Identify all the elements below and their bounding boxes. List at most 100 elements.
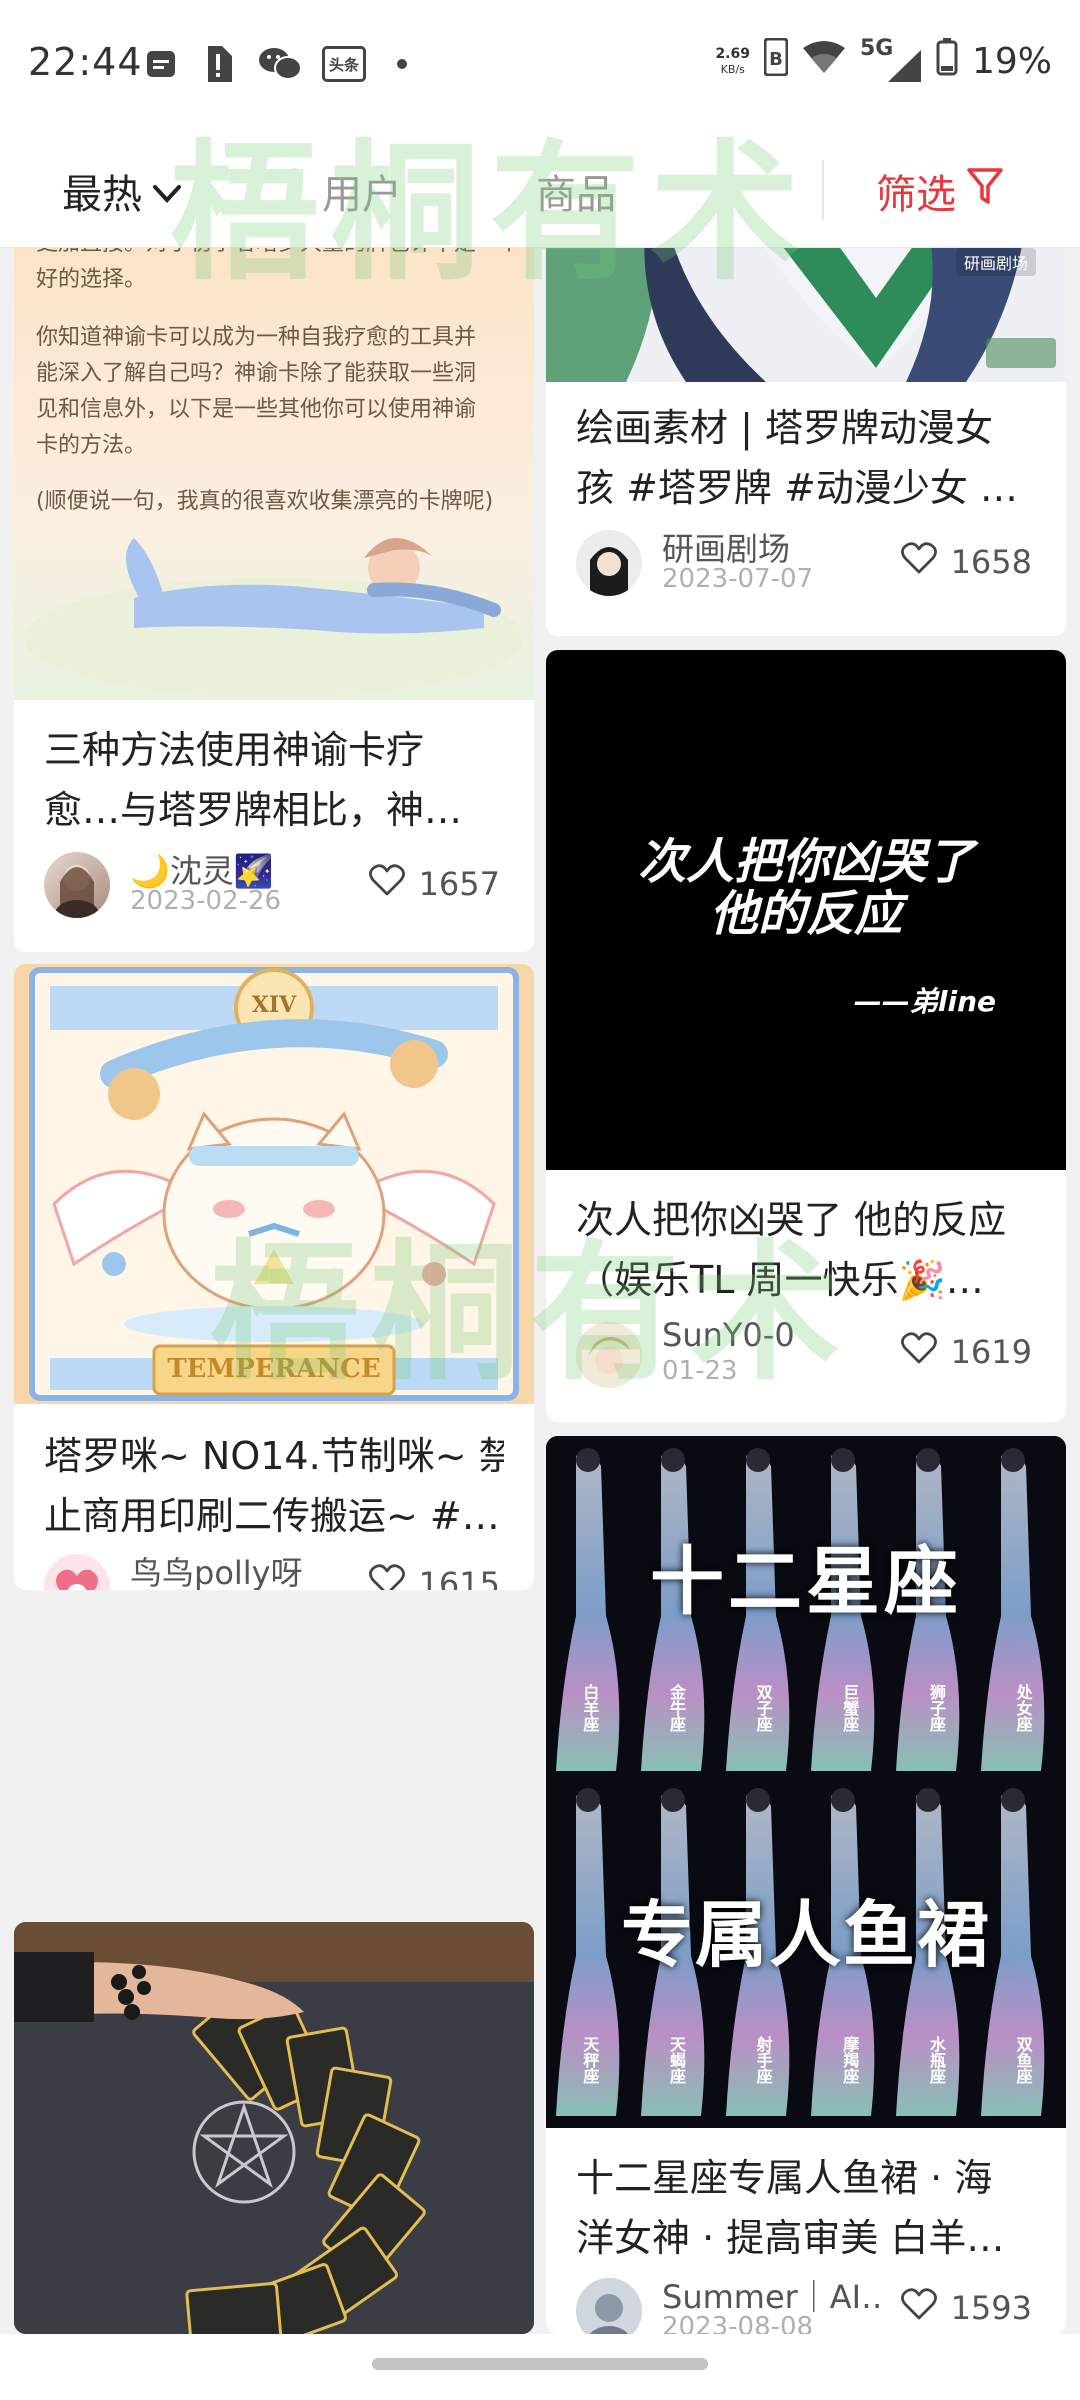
zodiac-label: 水瓶座 [926,2036,946,2084]
card-title-line: 塔罗咪~ NO14.节制咪~ 禁 [44,1434,504,1478]
card-image: . TEMPERANCE XIV [14,964,534,1404]
card-title: 次人把你凶哭了 他的反应 （娱乐TL 周一快乐🎉… [576,1190,1036,1310]
zodiac-label: 巨蟹座 [840,1684,860,1732]
note-card[interactable]: 更加直接。对于初学者塔罗大量的牌也许不是一个很 好的选择。 你知道神谕卡可以成为… [14,248,534,952]
heart-icon [368,1564,405,1590]
tab-hottest-label: 最热 [62,172,142,218]
card-title: 十二星座专属人鱼裙 · 海 洋女神 · 提高审美 白羊… [576,2148,1036,2268]
note-card[interactable]: . TEMPERANCE XIV 塔罗咪~ NO14.节制咪~ 禁 止商用印刷二… [14,964,534,1590]
post-date: 2023-02-19 [130,1588,281,1590]
zodiac-label: 射手座 [753,2036,773,2084]
image-headline-line: 次人把你凶哭了 [637,834,974,890]
zodiac-label: 天秤座 [580,2036,600,2084]
home-handle[interactable] [372,2358,708,2370]
post-date: 2023-08-08 [662,2312,814,2334]
post-date: 2023-02-26 [130,886,282,916]
card-image [14,1922,534,2334]
like-button[interactable]: 1615 [368,1564,500,1590]
zodiac-label: 天蝎座 [666,2036,686,2084]
toutiao-icon: 头条 [322,46,366,82]
filter-label: 筛选 [876,172,956,218]
status-right: 2.69 KB/s B 5G 19% [715,36,1052,85]
heart-icon [900,2288,937,2328]
card-title-line: 十二星座专属人鱼裙 · 海 [576,2156,993,2200]
card-title: 绘画素材 | 塔罗牌动漫女 孩 #塔罗牌 #动漫少女 … [576,398,1036,518]
heart-icon [900,542,937,582]
gesture-nav-bar [0,2334,1080,2400]
network-speed: 2.69 KB/s [715,46,750,77]
author-name[interactable]: 鸟鸟polly呀 [130,1548,303,1590]
battery-icon [936,38,958,85]
like-count: 1657 [418,865,500,903]
zodiac-label: 双鱼座 [1013,2036,1033,2084]
like-count: 1615 [418,1565,500,1590]
signal-icon: 5G [860,36,922,82]
card-numeral: XIV [251,992,297,1018]
dot-icon [396,46,408,82]
wifi-icon [802,40,846,83]
image-text-line: 见和信息外，以下是一些其他你可以使用神谕 [36,397,477,422]
note-card[interactable]: 十二星座 专属人鱼裙 白羊座 金牛座 双子座 巨蟹座 狮子座 处女座 天秤座 天… [546,1436,1066,2334]
card-title-line: （娱乐TL 周一快乐🎉… [576,1258,984,1302]
like-count: 1593 [950,2289,1032,2327]
temperance-banner: TEMPERANCE [167,1354,381,1384]
card-title: 塔罗咪~ NO14.节制咪~ 禁 止商用印刷二传搬运~ #… [44,1426,504,1546]
image-text-line: 能深入了解自己吗？神谕卡除了能获取一些洞 [36,361,477,386]
like-button[interactable]: 1658 [900,542,1032,582]
card-title-line: 三种方法使用神谕卡疗 [44,728,425,772]
results-feed[interactable]: 更加直接。对于初学者塔罗大量的牌也许不是一个很 好的选择。 你知道神谕卡可以成为… [0,248,1080,2334]
svg-text:B: B [769,49,783,70]
like-count: 1658 [950,543,1032,581]
avatar[interactable] [576,530,642,596]
image-headline: 十二星座 [650,1539,962,1625]
data-icon: B [763,37,789,85]
zodiac-label: 狮子座 [926,1684,946,1732]
post-date: 2023-07-07 [662,564,814,594]
like-button[interactable]: 1619 [900,1332,1032,1372]
card-image: 十二星座 专属人鱼裙 白羊座 金牛座 双子座 巨蟹座 狮子座 处女座 天秤座 天… [546,1436,1066,2128]
image-signature: ——弟line [853,985,996,1018]
note-card[interactable]: 次人把你凶哭了 他的反应 ——弟line 次人把你凶哭了 他的反应 （娱乐TL … [546,650,1066,1422]
like-button[interactable]: 1657 [368,864,500,904]
image-headline-line: 他的反应 [709,886,902,942]
message-icon [146,46,176,82]
zodiac-label: 处女座 [1013,1684,1033,1732]
image-headline: 专属人鱼裙 [620,1893,991,1977]
chevron-down-icon [152,168,182,214]
card-title: 三种方法使用神谕卡疗 愈…与塔罗牌相比，神… [44,720,504,840]
author-name[interactable]: SunY0-0 [662,1316,795,1354]
status-bar: 22:44 头条 2.69 KB/s B 5G 19% [0,0,1080,134]
image-text-line: 卡的方法。 [36,433,147,458]
zodiac-label: 金牛座 [666,1684,686,1732]
zodiac-labels-bottom: 天秤座 天蝎座 射手座 摩羯座 水瓶座 双鱼座 [546,2036,1066,2084]
avatar[interactable] [576,2278,642,2334]
card-image: 次人把你凶哭了 他的反应 ——弟line [546,650,1066,1170]
battery-level: 19% [971,41,1052,82]
avatar[interactable] [576,1322,642,1388]
card-title-line: 愈…与塔罗牌相比，神… [44,788,463,832]
zodiac-label: 摩羯座 [840,2036,860,2084]
tab-users[interactable]: 用户 [322,162,402,220]
tab-products-label: 商品 [536,172,616,218]
tab-products[interactable]: 商品 [536,162,616,220]
toutiao-label: 头条 [322,46,366,82]
card-image: 研画剧场 [546,248,1066,382]
image-headline: 次人把你凶哭了 他的反应 [546,836,1066,940]
like-button[interactable]: 1593 [900,2288,1032,2328]
card-image: 更加直接。对于初学者塔罗大量的牌也许不是一个很 好的选择。 你知道神谕卡可以成为… [14,248,534,700]
like-count: 1619 [950,1333,1032,1371]
zodiac-label: 双子座 [753,1684,773,1732]
note-card[interactable] [14,1922,534,2334]
card-title-line: 止商用印刷二传搬运~ #… [44,1494,500,1538]
note-card[interactable]: 研画剧场 绘画素材 | 塔罗牌动漫女 孩 #塔罗牌 #动漫少女 … 研画剧场 2… [546,248,1066,636]
avatar[interactable] [44,1554,110,1590]
post-date: 01-23 [662,1356,738,1386]
avatar[interactable] [44,852,110,918]
card-title-line: 孩 #塔罗牌 #动漫少女 … [576,466,1018,510]
image-watermark: 研画剧场 [955,248,1036,276]
image-text-line: 好的选择。 [36,267,147,292]
tab-hottest[interactable]: 最热 [62,162,182,220]
status-time: 22:44 [28,40,143,84]
tab-users-label: 用户 [322,172,402,218]
filter-button[interactable]: 筛选 [876,162,1004,220]
